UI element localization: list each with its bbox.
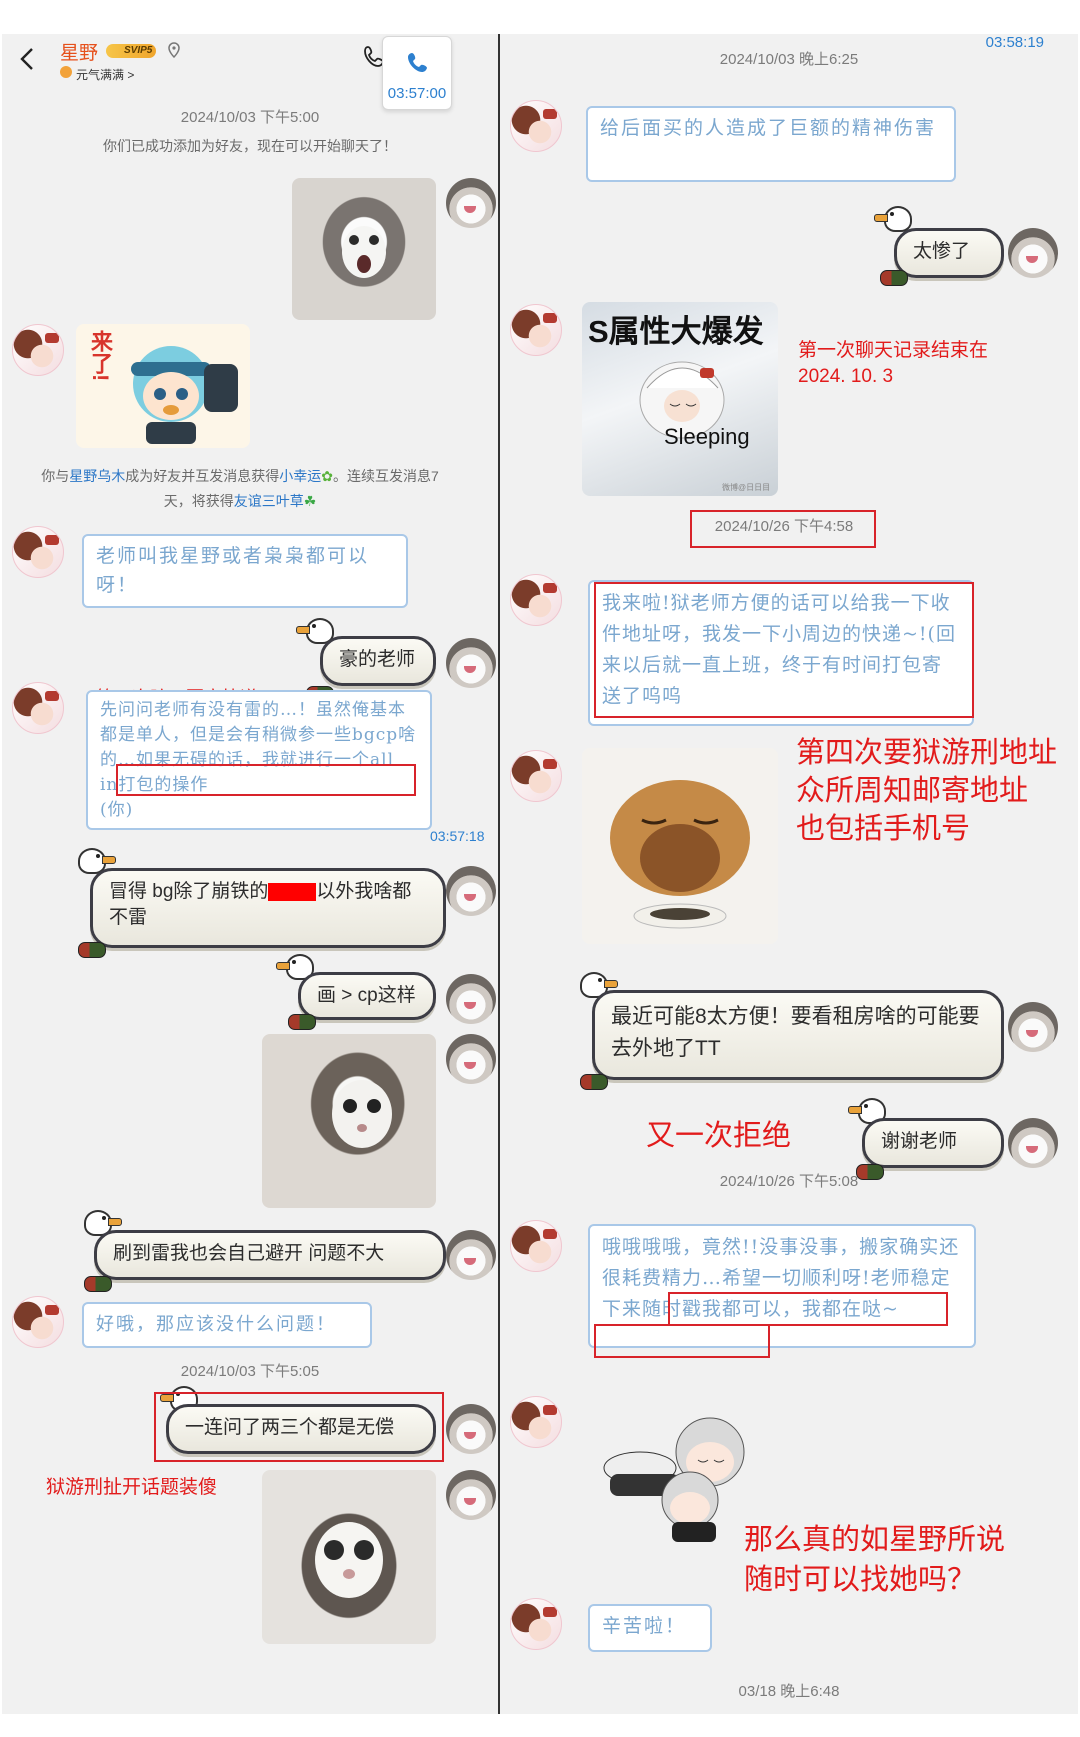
my-avatar[interactable] [446, 1230, 496, 1280]
received-sleeping-sticker[interactable]: S属性大爆发 Sleeping 微博@日日目 [582, 302, 778, 496]
status-text[interactable]: 元气满满 > [76, 66, 134, 83]
contact-avatar[interactable] [12, 324, 64, 376]
sent-message[interactable]: 豪的老师 [320, 636, 436, 686]
my-avatar[interactable] [1008, 1002, 1058, 1052]
sent-message[interactable]: 冒得 bg除了崩铁的 以外我啥都不雷 [90, 868, 446, 948]
call-time: 03:57:00 [387, 85, 447, 102]
location-icon [168, 42, 180, 59]
sent-cat-image[interactable] [262, 1470, 436, 1644]
contact-avatar[interactable] [12, 526, 64, 578]
timestamp: 03/18 晚上6:48 [738, 1683, 840, 1700]
sticker-subtitle: Sleeping [664, 424, 750, 449]
contact-avatar[interactable] [510, 1220, 562, 1272]
mood-icon [60, 66, 72, 78]
received-message[interactable]: 给后面买的人造成了巨额的精神伤害 [586, 106, 956, 182]
contact-avatar[interactable] [510, 1396, 562, 1448]
sent-message[interactable]: 太惨了 [894, 228, 1004, 278]
redacted-block [268, 882, 317, 901]
left-chat-panel: 星野 SVIP5 元气满满 > 03:57:00 2024/10/03 下午5:… [2, 34, 500, 1714]
my-avatar[interactable] [1008, 228, 1058, 278]
received-message[interactable]: 先问问老师有没有雷的…！虽然俺基本都是单人，但是会有稍微参一些bgcp啥的…如果… [86, 690, 432, 830]
sent-message[interactable]: 画 > cp这样 [298, 972, 436, 1020]
annotation-box [154, 1392, 444, 1462]
contact-avatar[interactable] [12, 682, 64, 734]
timestamp: 2024/10/03 下午5:00 [180, 109, 320, 126]
vip-badge: SVIP5 [106, 44, 157, 58]
received-message[interactable]: 老师叫我星野或者枭枭都可以呀！ [82, 534, 408, 608]
sprout-icon: ✿ [321, 468, 333, 484]
annotation-3: 第一次聊天记录结束在 2024. 10. 3 [798, 340, 989, 387]
my-avatar[interactable] [1008, 1118, 1058, 1168]
my-avatar[interactable] [446, 1404, 496, 1454]
annotation-box [690, 510, 876, 548]
beetle-decoration-icon [84, 1276, 112, 1292]
annotation-5: 又一次拒绝 [646, 1120, 792, 1152]
received-miku-sticker[interactable]: 来了! [76, 324, 250, 448]
sent-cat-image[interactable] [292, 178, 436, 320]
contact-avatar[interactable] [510, 750, 562, 802]
received-message[interactable]: 好哦，那应该没什么问题！ [82, 1302, 372, 1348]
received-crying-cat-image[interactable] [582, 748, 778, 944]
sticker-caption: 来了! [88, 330, 113, 382]
beetle-decoration-icon [880, 270, 908, 286]
received-message[interactable]: 辛苦啦！ [588, 1604, 712, 1652]
received-chibi-sticker[interactable] [580, 1396, 770, 1546]
timestamp: 2024/10/26 下午5:08 [719, 1173, 859, 1190]
back-icon[interactable] [16, 44, 40, 74]
beetle-decoration-icon [78, 942, 106, 958]
contact-avatar[interactable] [12, 1296, 64, 1348]
inline-call-time: 03:57:18 [430, 828, 485, 844]
phone-icon[interactable] [364, 44, 384, 68]
badge-link-1[interactable]: 小幸运 [279, 468, 321, 484]
call-icon [407, 51, 429, 73]
friend-name-link[interactable]: 星野乌木 [69, 468, 125, 484]
my-avatar[interactable] [446, 866, 496, 916]
annotation-box [594, 1324, 770, 1358]
my-avatar[interactable] [446, 1034, 496, 1084]
sent-message[interactable]: 谢谢老师 [862, 1118, 1004, 1168]
timestamp: 2024/10/03 晚上6:25 [719, 51, 859, 68]
my-avatar[interactable] [446, 1470, 496, 1520]
right-chat-panel: 03:58:19 2024/10/03 晚上6:25 给后面买的人造成了巨额的精… [500, 34, 1078, 1714]
contact-avatar[interactable] [510, 574, 562, 626]
contact-avatar[interactable] [510, 100, 562, 152]
my-avatar[interactable] [446, 974, 496, 1024]
contact-name[interactable]: 星野 [60, 38, 98, 65]
sent-cat-image[interactable] [262, 1034, 436, 1208]
sticker-title: S属性大爆发 [588, 314, 764, 349]
beetle-decoration-icon [288, 1014, 316, 1030]
annotation-6: 那么真的如星野所说 随时可以找她吗？ [744, 1524, 1006, 1596]
sent-message[interactable]: 刷到雷我也会自己避开 问题不大 [94, 1230, 446, 1280]
contact-avatar[interactable] [510, 1598, 562, 1650]
annotation-2: 狱游刑扯开话题装傻 [46, 1477, 218, 1498]
annotation-box [668, 1292, 948, 1326]
annotation-box [594, 582, 974, 718]
contact-avatar[interactable] [510, 304, 562, 356]
system-message-friend: 你与星野乌木成为好友并互发消息获得小幸运✿。连续互发消息7 天，将获得友谊三叶草… [41, 468, 439, 509]
sticker-watermark: 微博@日日目 [722, 483, 771, 492]
annotation-4: 第四次要狱游刑地址 众所周知邮寄地址 也包括手机号 [796, 737, 1058, 845]
call-time-card[interactable]: 03:57:00 [382, 36, 452, 110]
timestamp: 2024/10/03 下午5:05 [180, 1363, 320, 1380]
system-message-added: 你们已成功添加为好友，现在可以开始聊天了！ [103, 138, 397, 154]
my-avatar[interactable] [446, 638, 496, 688]
clover-icon: ☘ [303, 493, 317, 509]
annotation-box [116, 764, 416, 796]
sent-message[interactable]: 最近可能8太方便！要看租房啥的可能要去外地了TT [592, 990, 1004, 1080]
beetle-decoration-icon [580, 1074, 608, 1090]
my-avatar[interactable] [446, 178, 496, 228]
badge-link-2[interactable]: 友谊三叶草 [234, 493, 304, 509]
